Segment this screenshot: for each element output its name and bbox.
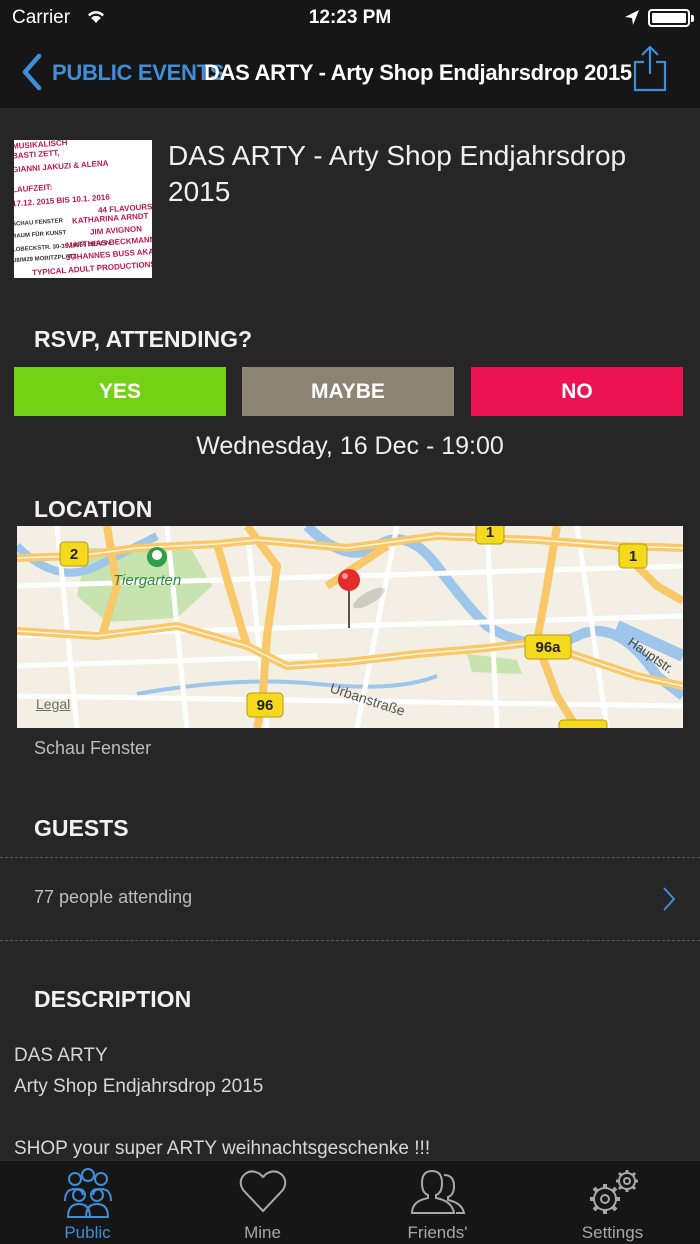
road-badge: 1 — [475, 526, 505, 545]
location-heading: LOCATION — [34, 496, 153, 522]
tab-label: Mine — [244, 1223, 281, 1242]
description-heading: DESCRIPTION — [34, 986, 192, 1012]
rsvp-yes-button[interactable]: YES — [14, 367, 226, 416]
back-chevron-icon[interactable] — [20, 52, 44, 97]
poster-text: TYPICAL ADULT PRODUCTIONS — [31, 259, 152, 278]
heart-icon — [238, 1167, 288, 1220]
tab-settings[interactable]: Settings — [525, 1161, 700, 1244]
svg-text:1: 1 — [629, 548, 637, 565]
attending-count: 77 people attending — [34, 887, 193, 907]
poster-text: 17.12. 2015 BIS 10.1. 2016 — [14, 192, 111, 209]
divider — [0, 940, 700, 941]
tab-public[interactable]: Public — [0, 1161, 175, 1244]
svg-text:2: 2 — [70, 546, 78, 563]
tab-friends[interactable]: Friends' — [350, 1161, 525, 1244]
battery-icon — [648, 9, 690, 27]
location-map[interactable]: 2 1 1 96a 96 Tiergarten Urbanstraße Haup… — [17, 526, 683, 728]
road-badge: 2 — [59, 541, 89, 567]
venue-name: Schau Fenster — [34, 738, 152, 758]
attending-row[interactable]: 77 people attending — [0, 858, 700, 940]
poster-text: BASTI ZETT, — [14, 148, 60, 161]
nav-title: DAS ARTY - Arty Shop Endjahrsdrop 2015 — [204, 60, 632, 85]
map-legal-link[interactable]: Legal — [36, 696, 70, 712]
chevron-right-icon — [662, 886, 676, 917]
park-icon — [147, 547, 167, 567]
road-badge: 96 — [246, 692, 284, 718]
svg-text:1: 1 — [486, 526, 494, 541]
description-body: DAS ARTY Arty Shop Endjahrsdrop 2015 SHO… — [14, 1045, 431, 1159]
tab-label: Friends' — [407, 1223, 468, 1242]
guests-heading: GUESTS — [34, 815, 129, 841]
poster-text: JIM AVIGNON — [89, 224, 143, 237]
event-title: DAS ARTY - Arty Shop Endjahrsdrop 2015 — [168, 140, 627, 207]
poster-text: SCHAU FENSTER — [14, 218, 64, 228]
poster-text: RAUM FÜR KUNST — [14, 230, 67, 240]
svg-text:96a: 96a — [535, 639, 561, 656]
svg-text:96: 96 — [257, 697, 274, 714]
road-badge: 96a — [524, 634, 572, 660]
clock: 12:23 PM — [308, 7, 392, 28]
event-poster-image: MUSIKALISCH BASTI ZETT, GIANNI JAKUZI & … — [14, 140, 152, 278]
tab-label: Settings — [581, 1223, 644, 1242]
event-datetime: Wednesday, 16 Dec - 19:00 — [196, 432, 504, 460]
share-icon[interactable] — [630, 44, 670, 99]
rsvp-no-button[interactable]: NO — [471, 367, 683, 416]
map-park-label: Tiergarten — [113, 572, 181, 589]
road-badge: 1 — [618, 543, 648, 569]
tab-mine[interactable]: Mine — [175, 1161, 350, 1244]
battery-tip — [691, 15, 694, 22]
gears-icon — [583, 1167, 643, 1222]
poster-text: GIANNI JAKUZI & ALENA — [14, 158, 109, 175]
poster-text: LAUFZEIT: — [14, 182, 53, 195]
tab-label: Public — [64, 1223, 111, 1242]
rsvp-maybe-button[interactable]: MAYBE — [242, 367, 454, 416]
location-services-icon — [624, 9, 640, 33]
rsvp-heading: RSVP, ATTENDING? — [34, 326, 253, 352]
status-bar: Carrier 12:23 PM — [0, 0, 700, 36]
navigation-bar: PUBLIC EVENTS DAS ARTY - Arty Shop Endja… — [0, 36, 700, 108]
tab-bar: Public Mine Friends' Settings — [0, 1160, 700, 1244]
people-group-icon — [58, 1167, 118, 1226]
back-button[interactable]: PUBLIC EVENTS — [52, 60, 224, 86]
friends-icon — [408, 1167, 468, 1220]
